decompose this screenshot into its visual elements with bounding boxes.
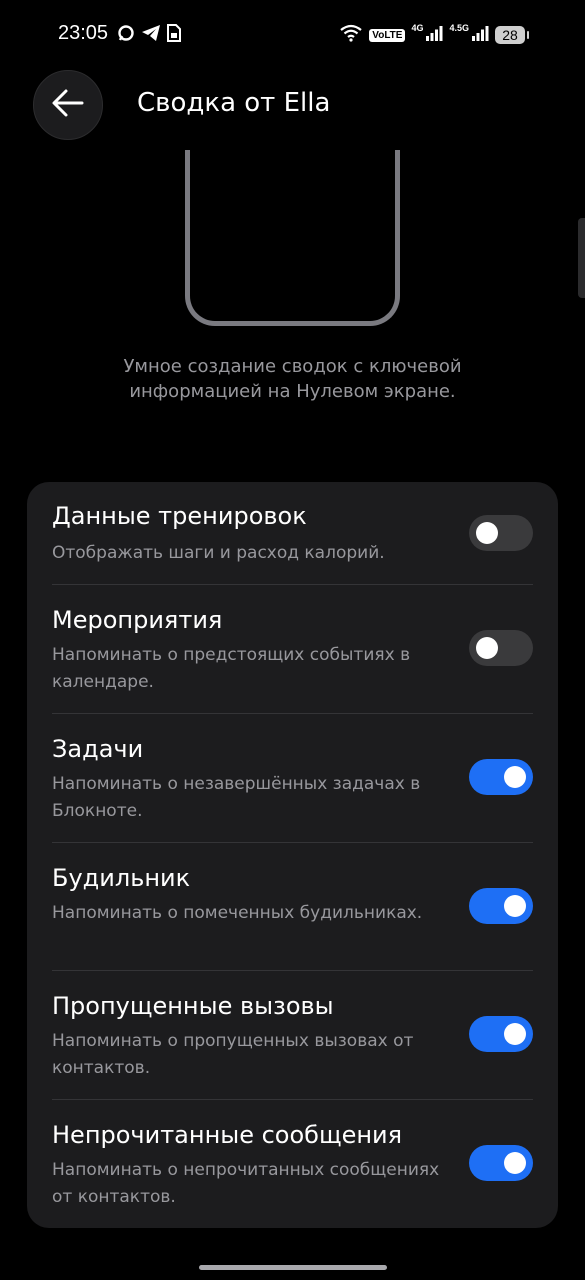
status-bar: 23:05 VoLTE 4G 4.5G 28 xyxy=(0,0,585,70)
setting-title: Мероприятия xyxy=(52,606,223,634)
setting-description: Напоминать о помеченных будильниках. xyxy=(52,903,423,923)
settings-card: Данные тренировок Отображать шаги и расх… xyxy=(27,482,558,1228)
sim-card-icon xyxy=(167,24,181,46)
setting-title: Задачи xyxy=(52,735,144,763)
unread-messages-toggle[interactable] xyxy=(469,1145,533,1181)
setting-description: Напоминать о пропущенных вызовах от конт… xyxy=(52,1031,414,1078)
setting-row-missed-calls[interactable]: Пропущенные вызовы Напоминать о пропущен… xyxy=(27,970,558,1099)
setting-row-alarm[interactable]: Будильник Напоминать о помеченных будиль… xyxy=(27,842,558,970)
missed-calls-toggle[interactable] xyxy=(469,1016,533,1052)
setting-row-workout-data[interactable]: Данные тренировок Отображать шаги и расх… xyxy=(27,482,558,584)
sim1-network-label: 4G xyxy=(411,23,424,33)
toggle-knob xyxy=(504,1152,526,1174)
back-button[interactable] xyxy=(33,70,103,140)
phone-illustration xyxy=(185,150,400,326)
toggle-knob xyxy=(476,522,498,544)
volte-badge: VoLTE xyxy=(369,28,406,42)
page-title: Сводка от Ella xyxy=(137,88,331,118)
setting-title: Данные тренировок xyxy=(52,502,307,530)
setting-title: Будильник xyxy=(52,864,191,892)
notification-icons xyxy=(117,24,181,46)
telegram-icon xyxy=(141,24,161,46)
signal-icon xyxy=(425,25,443,45)
status-right-icons: VoLTE 4G 4.5G 28 xyxy=(339,23,529,46)
setting-description: Напоминать о непрочитанных сообщениях от… xyxy=(52,1160,440,1207)
toggle-knob xyxy=(476,637,498,659)
home-indicator[interactable] xyxy=(199,1265,387,1270)
setting-title: Пропущенные вызовы xyxy=(52,992,334,1020)
events-toggle[interactable] xyxy=(469,630,533,666)
toggle-knob xyxy=(504,766,526,788)
alarm-toggle[interactable] xyxy=(469,888,533,924)
battery-icon: 28 xyxy=(495,26,529,44)
setting-row-events[interactable]: Мероприятия Напоминать о предстоящих соб… xyxy=(27,584,558,713)
setting-description: Напоминать о незавершённых задачах в Бло… xyxy=(52,774,421,821)
signal-icon xyxy=(471,25,489,45)
chat-bubble-icon xyxy=(117,24,135,46)
setting-description: Отображать шаги и расход калорий. xyxy=(52,543,385,563)
toggle-knob xyxy=(504,1023,526,1045)
tasks-toggle[interactable] xyxy=(469,759,533,795)
edge-handle xyxy=(578,218,585,298)
wifi-icon xyxy=(339,24,363,46)
workout-data-toggle[interactable] xyxy=(469,515,533,551)
arrow-left-icon xyxy=(50,85,86,125)
setting-row-tasks[interactable]: Задачи Напоминать о незавершённых задача… xyxy=(27,713,558,842)
sim2-network-label: 4.5G xyxy=(449,23,469,33)
setting-title: Непрочитанные сообщения xyxy=(52,1121,403,1149)
setting-row-unread-messages[interactable]: Непрочитанные сообщения Напоминать о неп… xyxy=(27,1099,558,1228)
feature-description: Умное создание сводок с ключевой информа… xyxy=(123,356,462,402)
status-time: 23:05 xyxy=(58,22,109,44)
toggle-knob xyxy=(504,895,526,917)
setting-description: Напоминать о предстоящих событиях в кале… xyxy=(52,645,411,692)
